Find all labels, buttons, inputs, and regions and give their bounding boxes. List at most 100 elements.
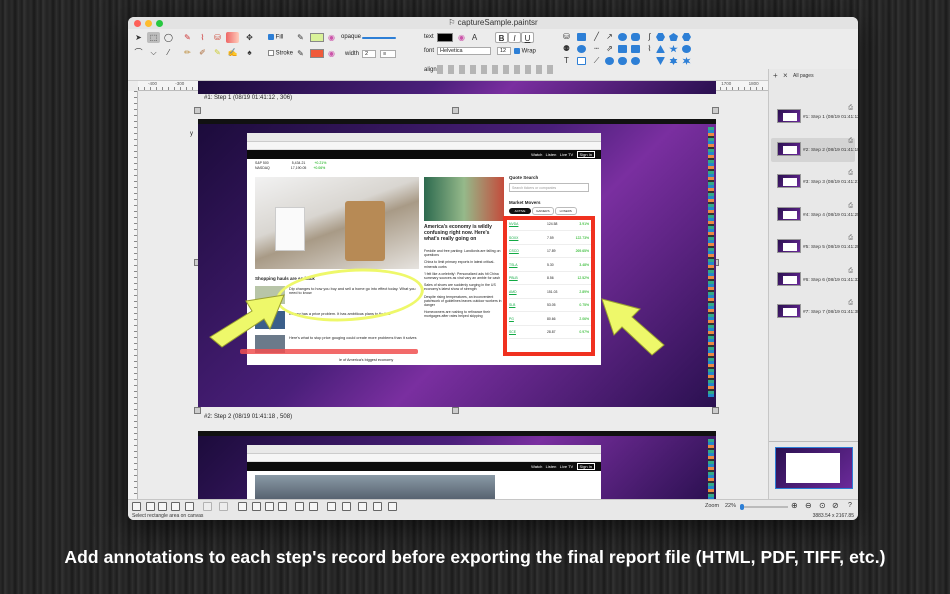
signin-button[interactable]: Sign In xyxy=(576,463,595,470)
box-shape-icon[interactable] xyxy=(577,57,586,65)
zoom-out-icon[interactable]: ⊖ xyxy=(805,501,812,510)
story-link[interactable]: Freddie and free parking: Landlords are … xyxy=(424,249,502,257)
align-left-icon[interactable] xyxy=(146,502,155,511)
lock-icon[interactable] xyxy=(278,502,287,511)
move-down-icon[interactable] xyxy=(309,502,318,511)
fill-checkbox[interactable]: Fill xyxy=(268,34,283,41)
double-arrow-icon[interactable]: ⇗ xyxy=(603,43,616,54)
annotation-arrow-right[interactable] xyxy=(598,295,668,359)
resize-handle[interactable] xyxy=(194,407,201,414)
color-wheel-icon[interactable]: ◉ xyxy=(325,32,338,43)
burst-shape-icon[interactable] xyxy=(682,57,691,65)
tab-active[interactable]: ACTIVE xyxy=(509,208,531,214)
pencil-icon[interactable]: ✏ xyxy=(181,47,194,58)
zoom-fit-icon[interactable]: ⊙ xyxy=(819,501,826,510)
callout2-shape-icon[interactable] xyxy=(631,33,640,41)
zoom-button[interactable] xyxy=(156,19,163,27)
tab-losers[interactable]: LOSERS xyxy=(554,207,577,215)
nav-listen[interactable]: Listen xyxy=(546,464,557,469)
step1-screenshot[interactable]: Watch Listen Live TV Sign In S&P 500 5,4… xyxy=(198,119,716,407)
font-select[interactable]: Helvetica xyxy=(437,47,491,55)
star6-shape-icon[interactable] xyxy=(669,57,678,65)
nav-livetv[interactable]: Live TV xyxy=(560,464,574,469)
page-item[interactable]: #2: Step 2 (08/19 01:41:18 , 508) ⎙ xyxy=(771,137,858,162)
underline-button[interactable]: U xyxy=(521,32,534,43)
zoom-slider[interactable] xyxy=(740,504,788,510)
curve-shape-icon[interactable]: ∫ xyxy=(643,31,656,42)
minimize-button[interactable] xyxy=(145,19,152,27)
bring-front-icon[interactable] xyxy=(252,502,261,511)
group-icon[interactable] xyxy=(327,502,336,511)
dropper-icon[interactable]: ♠ xyxy=(243,47,256,58)
ellipse-select-icon[interactable]: ◯ xyxy=(162,32,175,43)
remove-page-button[interactable]: × xyxy=(783,71,788,80)
font-size-field[interactable]: 12 xyxy=(497,47,511,55)
zoom-value[interactable]: 22% xyxy=(725,503,736,509)
text-tool-icon[interactable]: T xyxy=(560,55,573,66)
annotation-arrow-left[interactable] xyxy=(208,289,288,349)
bezier-icon[interactable]: ⌇ xyxy=(643,43,656,54)
oval-shape-icon[interactable] xyxy=(577,45,586,53)
fill-color-swatch[interactable] xyxy=(310,33,324,42)
opacity-slider[interactable] xyxy=(362,37,396,39)
text-color-wheel-icon[interactable]: ◉ xyxy=(455,32,468,43)
bold-button[interactable]: B xyxy=(495,32,508,43)
fill-dropper-icon[interactable]: ✎ xyxy=(294,32,307,43)
printer-icon[interactable]: ⎙ xyxy=(848,105,853,112)
triangle-shape-icon[interactable] xyxy=(656,45,665,53)
step2-screenshot[interactable]: Watch Listen Live TV Sign In xyxy=(198,431,716,499)
arrow-shape-icon[interactable]: ↗ xyxy=(603,31,616,42)
move-up-icon[interactable] xyxy=(295,502,304,511)
arrow-select-icon[interactable]: ➤ xyxy=(132,32,145,43)
rotate-icon[interactable] xyxy=(373,502,382,511)
story-link[interactable]: 'I felt like a celebrity': Personalized … xyxy=(424,272,502,280)
printer-icon[interactable]: ⎙ xyxy=(848,268,853,275)
rectangle-shape-icon[interactable] xyxy=(577,33,586,41)
resize-handle[interactable] xyxy=(712,107,719,114)
down-triangle-icon[interactable] xyxy=(656,57,665,65)
annotation-red-rectangle[interactable] xyxy=(503,216,595,356)
round-shape-icon[interactable] xyxy=(605,57,614,65)
cloud-shape-icon[interactable] xyxy=(631,57,640,65)
help-button[interactable]: ? xyxy=(848,502,852,509)
tab-gainers[interactable]: GAINERS xyxy=(531,207,554,215)
page-item[interactable]: #3: Step 3 (08/19 01:41:21 , 619) ⎙ xyxy=(771,170,858,194)
brush-icon[interactable]: ⌇ xyxy=(196,32,209,43)
printer-icon[interactable]: ⎙ xyxy=(848,138,853,145)
canvas-area[interactable]: -400-300-200-100010020030040050060070080… xyxy=(128,81,768,499)
callout-shape-icon[interactable] xyxy=(618,33,627,41)
highlighter-icon[interactable]: ✎ xyxy=(211,47,224,58)
story-link[interactable]: Homeowners are rushing to refinance thei… xyxy=(424,310,502,318)
resize-handle[interactable] xyxy=(452,107,459,114)
story-link[interactable]: Despite rising temperatures, an inconven… xyxy=(424,295,502,308)
story-link[interactable]: Here's what to stop price gouging could … xyxy=(289,336,417,340)
crop-icon[interactable] xyxy=(358,502,367,511)
redo-icon[interactable] xyxy=(219,502,228,511)
polygon-lasso-icon[interactable]: ⌵ xyxy=(147,47,160,58)
gear-shape-icon[interactable] xyxy=(682,45,691,53)
marker-icon[interactable]: ✐ xyxy=(196,47,209,58)
bubble-shape-icon[interactable] xyxy=(618,45,627,53)
hexagon2-shape-icon[interactable] xyxy=(682,33,691,41)
bubble2-shape-icon[interactable] xyxy=(631,45,640,53)
star-shape-icon[interactable] xyxy=(669,45,678,53)
resize-handle[interactable] xyxy=(452,407,459,414)
lasso-icon[interactable]: ⌒ xyxy=(132,47,145,58)
move-icon[interactable]: ✥ xyxy=(243,32,256,43)
flip-icon[interactable] xyxy=(238,502,247,511)
stroke-dropper-icon[interactable]: ✎ xyxy=(294,48,307,59)
story-link[interactable]: Sales of shoes are suddenly surging in t… xyxy=(424,283,502,291)
zoom-in-icon[interactable]: ⊕ xyxy=(791,501,798,510)
ungroup-icon[interactable] xyxy=(342,502,351,511)
signin-button[interactable]: Sign In xyxy=(576,151,595,158)
list-view-icon[interactable] xyxy=(132,502,141,511)
resize-handle[interactable] xyxy=(194,107,201,114)
align-right-icon[interactable] xyxy=(171,502,180,511)
align-center-icon[interactable] xyxy=(158,502,167,511)
speech-shape-icon[interactable] xyxy=(618,57,627,65)
page-item[interactable]: #4: Step 4 (08/19 01:41:25 , 720) ⎙ xyxy=(771,203,858,227)
story-link[interactable]: China to limit primary exports in latest… xyxy=(424,260,502,268)
eraser-icon[interactable]: ✎ xyxy=(181,32,194,43)
line-style-select[interactable]: ≡ xyxy=(380,50,396,58)
send-back-icon[interactable] xyxy=(265,502,274,511)
